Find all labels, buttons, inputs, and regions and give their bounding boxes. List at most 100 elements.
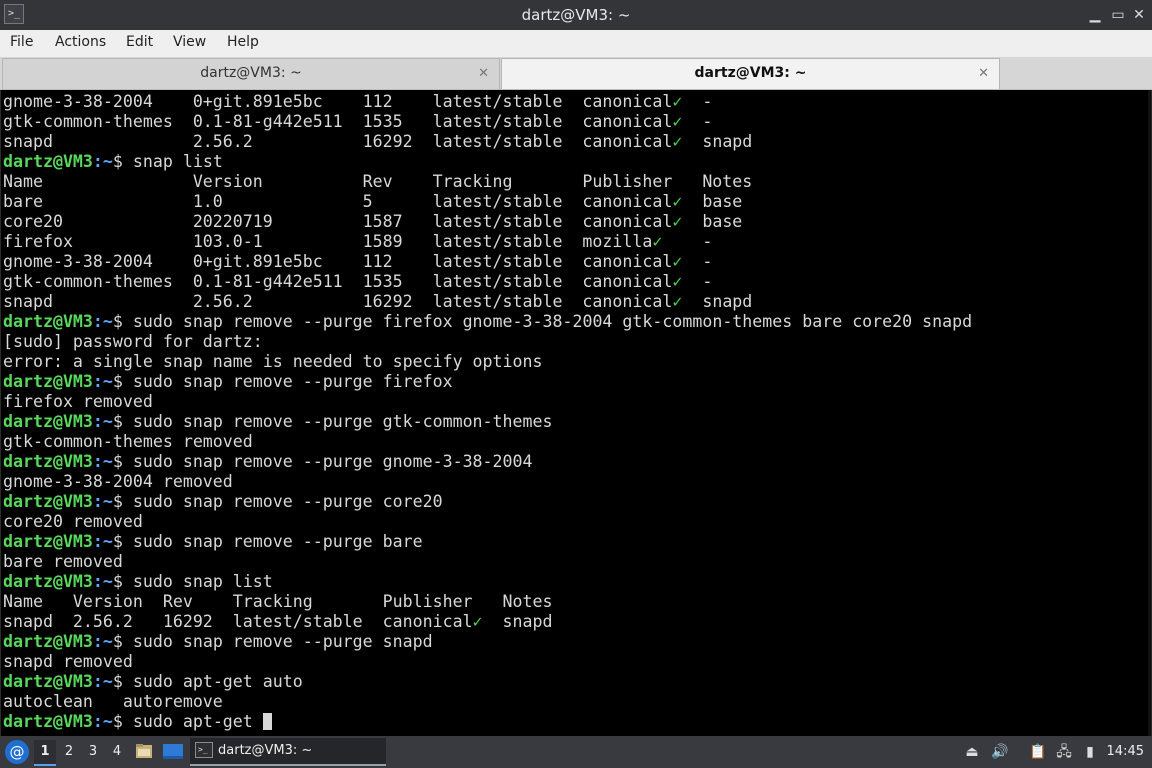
command-text: sudo snap remove --purge firefox gnome-3… [132, 312, 973, 331]
menu-view[interactable]: View [173, 34, 206, 50]
tab-terminal-1[interactable]: dartz@VM3: ~ ✕ [2, 58, 500, 89]
verified-check-icon: ✓ [672, 252, 683, 271]
output-text: snapd [682, 132, 753, 151]
prompt-symbol: $ [112, 532, 133, 551]
prompt-symbol: $ [112, 672, 133, 691]
output-text: bare 1.0 5 latest/stable canonical [3, 192, 673, 211]
volume-icon[interactable]: 🔊 [990, 742, 1010, 762]
output-text: autoclean autoremove [3, 692, 223, 711]
output-text: firefox 103.0-1 1589 latest/stable mozil… [3, 232, 653, 251]
prompt-path: :~ [92, 152, 113, 171]
file-manager-icon[interactable] [134, 741, 154, 761]
menu-file[interactable]: File [10, 34, 33, 50]
task-label: dartz@VM3: ~ [218, 743, 313, 758]
output-text: snapd 2.56.2 16292 latest/stable canonic… [3, 612, 473, 631]
eject-icon[interactable]: ⏏ [962, 742, 982, 762]
menu-actions[interactable]: Actions [55, 34, 106, 50]
output-text: snapd 2.56.2 16292 latest/stable canonic… [3, 292, 673, 311]
network-icon[interactable]: 🖧 [1054, 742, 1074, 762]
terminal-output-line: snapd 2.56.2 16292 latest/stable canonic… [3, 292, 972, 312]
prompt-user: dartz@VM3 [3, 452, 93, 471]
close-button[interactable]: ✕ [1128, 4, 1150, 26]
output-text: firefox removed [3, 392, 153, 411]
command-text: sudo apt-get auto [132, 672, 303, 691]
workspace-3[interactable]: 3 [82, 740, 104, 764]
desktop-icon[interactable] [162, 741, 183, 761]
terminal-icon: >_ [195, 742, 213, 758]
terminal-area[interactable]: gnome-3-38-2004 0+git.891e5bc 112 latest… [1, 90, 1151, 736]
terminal-output-line: snapd 2.56.2 16292 latest/stable canonic… [3, 612, 972, 632]
output-text: error: a single snap name is needed to s… [3, 352, 543, 371]
terminal-output-line: bare removed [3, 552, 972, 572]
terminal-output-line: gtk-common-themes 0.1-81-g442e511 1535 l… [3, 112, 972, 132]
terminal-output-line: Name Version Rev Tracking Publisher Note… [3, 592, 972, 612]
clipboard-icon[interactable]: 📋 [1028, 742, 1048, 762]
prompt-symbol: $ [112, 372, 133, 391]
prompt-user: dartz@VM3 [3, 712, 93, 731]
terminal-command-line: dartz@VM3:~$ sudo snap remove --purge co… [3, 492, 972, 512]
terminal-output-line: gtk-common-themes removed [3, 432, 972, 452]
command-text: sudo snap remove --purge bare [132, 532, 423, 551]
output-text: snapd 2.56.2 16292 latest/stable canonic… [3, 132, 673, 151]
output-text: gnome-3-38-2004 0+git.891e5bc 112 latest… [3, 92, 673, 111]
menu-bar: File Actions Edit View Help [0, 30, 1152, 57]
output-text: snapd removed [3, 652, 133, 671]
tab-bar: dartz@VM3: ~ ✕ dartz@VM3: ~ ✕ [0, 57, 1152, 90]
workspace-4[interactable]: 4 [106, 740, 128, 764]
output-text: gtk-common-themes 0.1-81-g442e511 1535 l… [3, 272, 673, 291]
output-text: base [682, 192, 743, 211]
terminal-output-line: gnome-3-38-2004 0+git.891e5bc 112 latest… [3, 252, 972, 272]
output-text: - [682, 252, 713, 271]
command-text: sudo apt-get [132, 712, 263, 731]
menu-edit[interactable]: Edit [126, 34, 153, 50]
terminal-command-line: dartz@VM3:~$ sudo snap remove --purge fi… [3, 372, 972, 392]
prompt-path: :~ [92, 372, 113, 391]
tab-label: dartz@VM3: ~ [200, 65, 302, 81]
taskbar-task-terminal[interactable]: >_ dartz@VM3: ~ [190, 738, 386, 766]
window-titlebar[interactable]: >_ dartz@VM3: ~ ▁ ▭ ✕ [0, 0, 1152, 30]
command-text: sudo snap remove --purge gtk-common-them… [132, 412, 553, 431]
prompt-user: dartz@VM3 [3, 532, 93, 551]
workspace-1[interactable]: 1 [34, 740, 56, 766]
prompt-symbol: $ [112, 452, 133, 471]
command-text: sudo snap list [132, 572, 273, 591]
output-text: base [682, 212, 743, 231]
workspace-2[interactable]: 2 [58, 740, 80, 764]
output-text: snapd [682, 292, 753, 311]
prompt-path: :~ [92, 452, 113, 471]
tab-terminal-2[interactable]: dartz@VM3: ~ ✕ [501, 58, 1000, 89]
verified-check-icon: ✓ [672, 212, 683, 231]
prompt-user: dartz@VM3 [3, 492, 93, 511]
battery-icon[interactable]: ▮ [1080, 742, 1100, 762]
prompt-path: :~ [92, 632, 113, 651]
prompt-path: :~ [92, 712, 113, 731]
prompt-path: :~ [92, 532, 113, 551]
maximize-button[interactable]: ▭ [1107, 4, 1129, 26]
terminal-scrollbar[interactable] [1148, 90, 1151, 736]
minimize-button[interactable]: ▁ [1084, 4, 1106, 26]
command-text: sudo snap remove --purge firefox [132, 372, 453, 391]
output-text: - [662, 232, 713, 251]
tab-close-icon[interactable]: ✕ [978, 59, 989, 88]
tab-close-icon[interactable]: ✕ [478, 59, 489, 88]
clock[interactable]: 14:45 [1107, 744, 1144, 759]
menu-help[interactable]: Help [227, 34, 259, 50]
terminal-output-line: bare 1.0 5 latest/stable canonical✓ base [3, 192, 972, 212]
output-text: snapd [482, 612, 553, 631]
terminal-command-line: dartz@VM3:~$ sudo snap list [3, 572, 972, 592]
terminal-output-line: gnome-3-38-2004 removed [3, 472, 972, 492]
tab-label: dartz@VM3: ~ [694, 65, 807, 81]
terminal-output-line: core20 removed [3, 512, 972, 532]
terminal-command-line: dartz@VM3:~$ sudo snap remove --purge sn… [3, 632, 972, 652]
output-text: - [682, 272, 713, 291]
prompt-path: :~ [92, 672, 113, 691]
verified-check-icon: ✓ [472, 612, 483, 631]
taskbar: @ 1 2 3 4 >_ dartz@VM3: ~ ⏏ 🔊 📋 🖧 ▮ 14:4… [0, 736, 1152, 768]
terminal-output-line: gtk-common-themes 0.1-81-g442e511 1535 l… [3, 272, 972, 292]
terminal-output-line: snapd 2.56.2 16292 latest/stable canonic… [3, 132, 972, 152]
verified-check-icon: ✓ [672, 292, 683, 311]
debian-logo-icon[interactable]: @ [5, 740, 29, 764]
terminal-output-line: autoclean autoremove [3, 692, 972, 712]
prompt-path: :~ [92, 312, 113, 331]
output-text: bare removed [3, 552, 123, 571]
